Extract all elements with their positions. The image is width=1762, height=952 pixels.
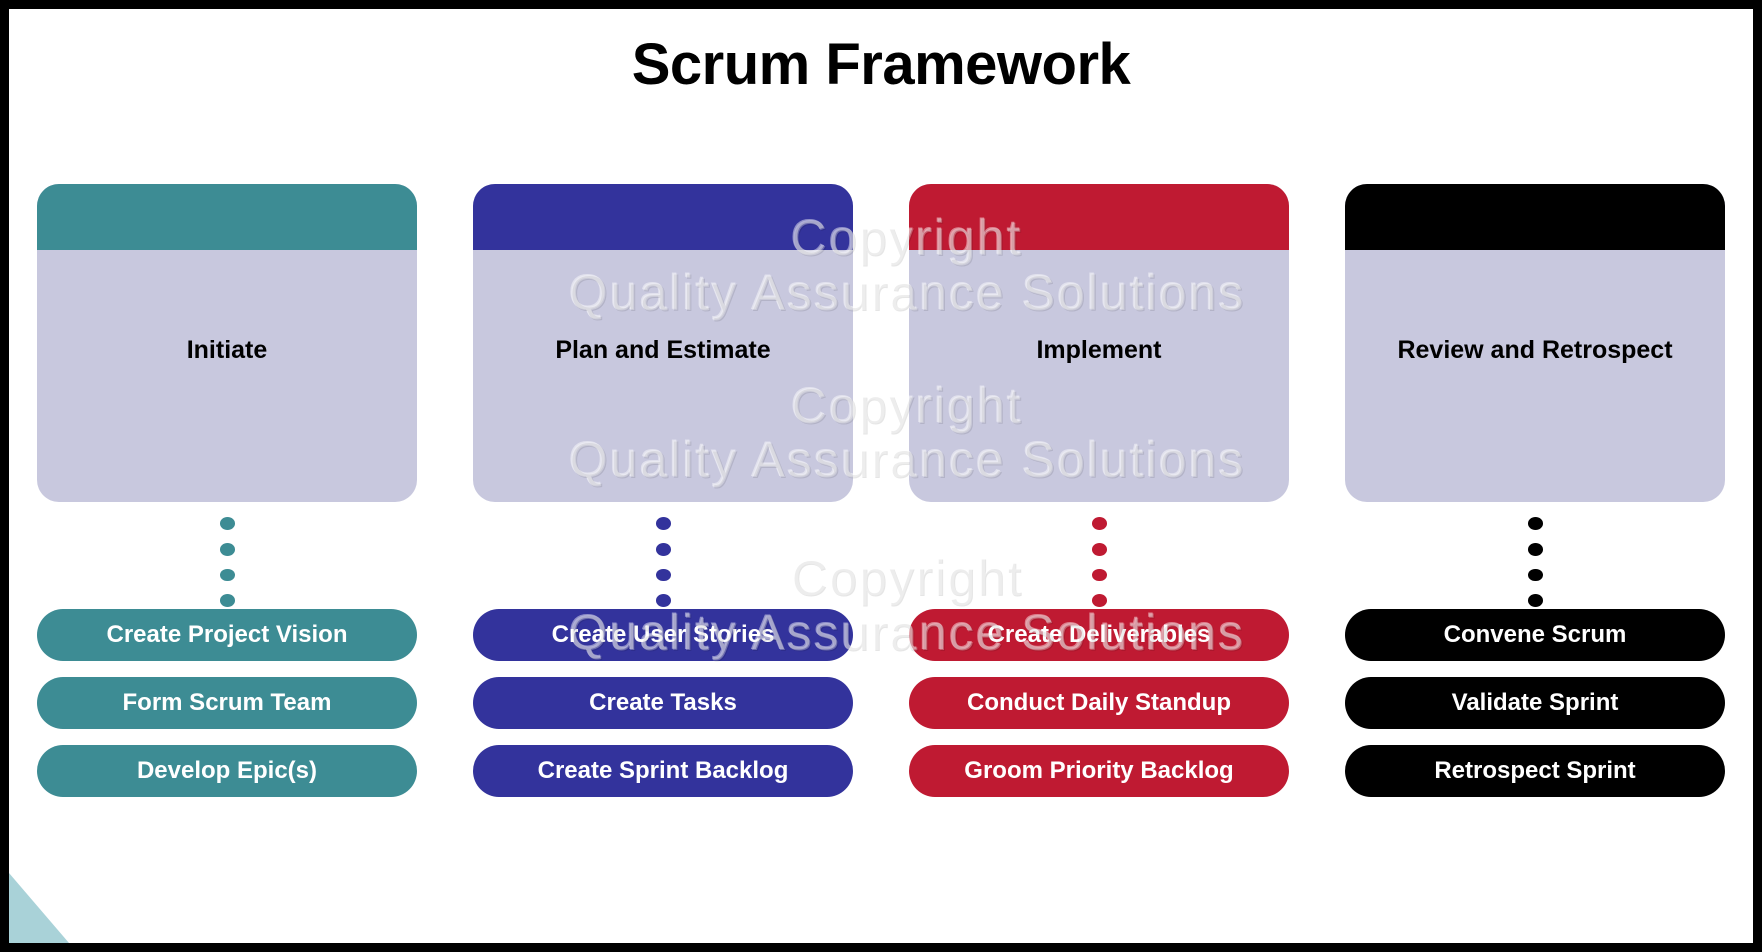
phase-card-header-bar	[473, 184, 853, 250]
phase-card[interactable]: Plan and Estimate	[473, 184, 853, 502]
connector-dot	[1527, 542, 1543, 556]
phase-column-inner: Implement Create Deliverables Conduct Dail…	[881, 184, 1317, 943]
connector-dot	[1527, 517, 1543, 530]
phase-step-pill[interactable]: Create Project Vision	[37, 609, 417, 661]
phase-step-pill[interactable]: Create User Stories	[473, 609, 853, 661]
phase-column: Review and Retrospect Convene Scrum Valida…	[1317, 184, 1753, 943]
phase-card-label: Initiate	[186, 335, 268, 364]
connector-dot	[655, 568, 671, 582]
phase-column: Initiate Create Project Vision Form Scrum …	[9, 184, 445, 943]
connector-dot	[1091, 517, 1107, 530]
connector-dot	[1527, 568, 1543, 582]
diagram-frame: Scrum Framework Copyright Quality Assura…	[0, 0, 1762, 952]
phase-card-header-bar	[909, 184, 1289, 250]
phase-step-pill[interactable]: Create Deliverables	[909, 609, 1289, 661]
phase-step-pill[interactable]: Create Sprint Backlog	[473, 745, 853, 797]
phase-card-label: Plan and Estimate	[555, 335, 771, 364]
phase-card[interactable]: Implement	[909, 184, 1289, 502]
phase-column-inner: Initiate Create Project Vision Form Scrum …	[9, 184, 445, 943]
connector-dot	[655, 517, 671, 530]
phase-step-pill[interactable]: Conduct Daily Standup	[909, 677, 1289, 729]
phase-column-inner: Review and Retrospect Convene Scrum Valida…	[1317, 184, 1753, 943]
phase-column-inner: Plan and Estimate Create User Stories Crea…	[445, 184, 881, 943]
page-title: Scrum Framework	[631, 32, 1131, 97]
connector-dots	[1345, 502, 1725, 607]
phase-column: Implement Create Deliverables Conduct Dail…	[881, 184, 1317, 943]
phase-card[interactable]: Initiate	[37, 184, 417, 502]
phase-step-pill[interactable]: Form Scrum Team	[37, 677, 417, 729]
phase-step-pill[interactable]: Develop Epic(s)	[37, 745, 417, 797]
connector-dot	[1091, 568, 1107, 582]
phase-column: Plan and Estimate Create User Stories Crea…	[445, 184, 881, 943]
phase-step-list: Create Deliverables Conduct Daily Standup…	[909, 609, 1289, 797]
connector-dot	[655, 594, 671, 607]
connector-dot	[219, 594, 235, 607]
connector-dots	[909, 502, 1289, 607]
connector-dot	[1091, 542, 1107, 556]
connector-dot	[1091, 594, 1107, 607]
phase-columns: Initiate Create Project Vision Form Scrum …	[9, 184, 1753, 943]
connector-dot	[219, 517, 235, 530]
connector-dots	[37, 502, 417, 607]
phase-step-pill[interactable]: Create Tasks	[473, 677, 853, 729]
connector-dots	[473, 502, 853, 607]
phase-step-list: Create Project Vision Form Scrum Team Deve…	[37, 609, 417, 797]
phase-step-pill[interactable]: Groom Priority Backlog	[909, 745, 1289, 797]
phase-card-label: Review and Retrospect	[1397, 335, 1673, 364]
phase-card-label: Implement	[1036, 335, 1162, 364]
phase-step-list: Create User Stories Create Tasks Create Sp…	[473, 609, 853, 797]
phase-card[interactable]: Review and Retrospect	[1345, 184, 1725, 502]
phase-step-list: Convene Scrum Validate Sprint Retrospect S…	[1345, 609, 1725, 797]
phase-card-header-bar	[1345, 184, 1725, 250]
phase-step-pill[interactable]: Retrospect Sprint	[1345, 745, 1725, 797]
connector-dot	[655, 542, 671, 556]
connector-dot	[219, 542, 235, 556]
phase-card-header-bar	[37, 184, 417, 250]
phase-step-pill[interactable]: Convene Scrum	[1345, 609, 1725, 661]
phase-step-pill[interactable]: Validate Sprint	[1345, 677, 1725, 729]
connector-dot	[1527, 594, 1543, 607]
connector-dot	[219, 568, 235, 582]
